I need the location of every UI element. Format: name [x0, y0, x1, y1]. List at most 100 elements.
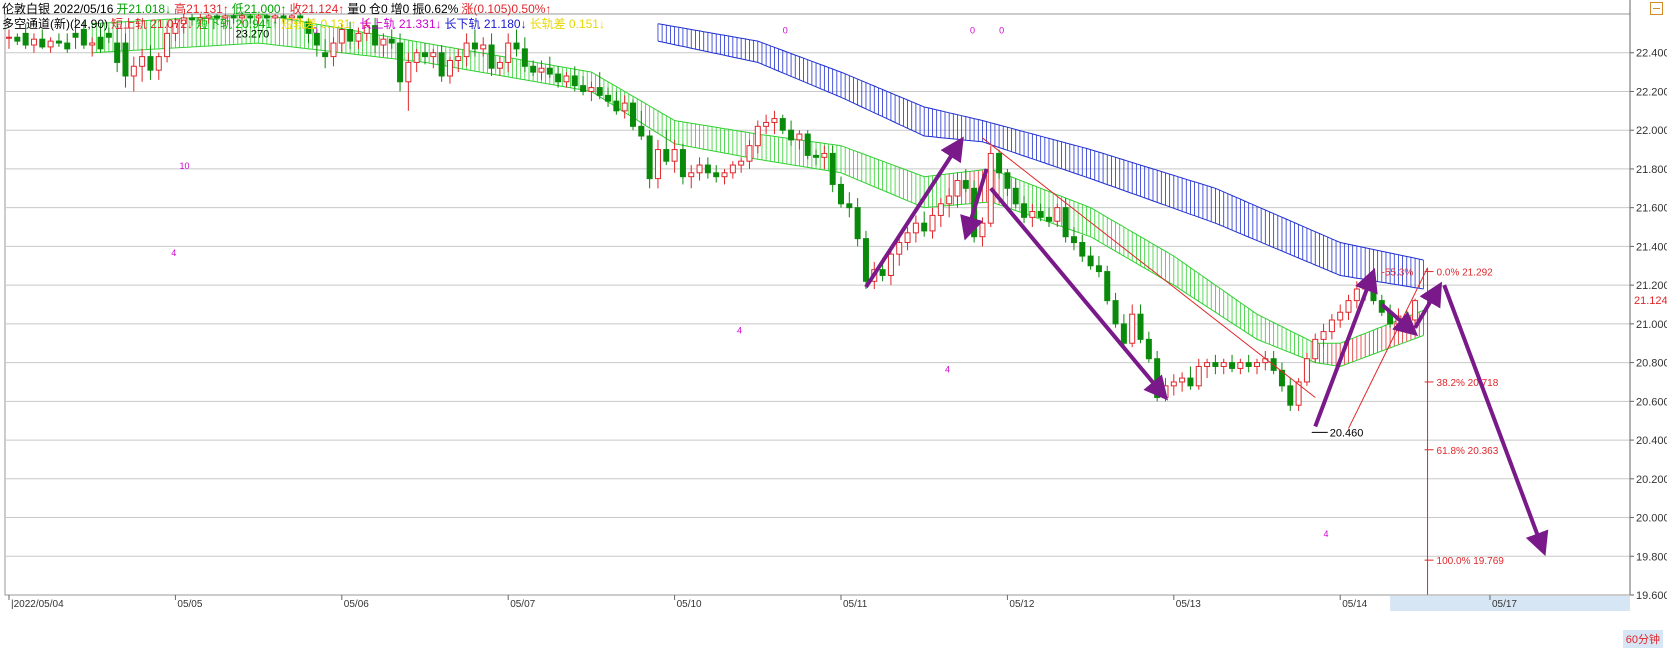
candle-body — [22, 32, 29, 46]
candle-body — [1029, 211, 1036, 218]
plot-frame — [4, 13, 1631, 596]
candle-body — [1037, 211, 1044, 218]
candle-body — [89, 42, 96, 46]
header-field: 短轨差 0.131↑ — [281, 17, 357, 31]
y-tick-label: 21.400 — [1636, 241, 1667, 253]
header-field: 长上轨 21.331↓ — [359, 17, 442, 31]
signal-marker: 4 — [737, 326, 742, 336]
candle-body — [347, 28, 354, 42]
header-field: 收21.124↑ — [289, 2, 345, 16]
candle-body — [663, 149, 670, 162]
candle-body — [862, 238, 869, 282]
x-tick-label: 05/17 — [1492, 599, 1517, 610]
y-tick-label: 22.000 — [1636, 125, 1667, 137]
header-field: 涨(0.105)0.50%↑ — [461, 2, 552, 16]
x-tick-label: 05/05 — [177, 599, 202, 610]
candle-body — [1237, 362, 1244, 369]
candle-body — [763, 121, 770, 127]
candle-body — [330, 42, 337, 58]
y-tick-label: 20.200 — [1636, 474, 1667, 486]
long-channel-lower — [657, 40, 1424, 290]
candle-body — [962, 180, 969, 189]
candle-body — [155, 56, 162, 71]
fib-level-label: -55.3% — [1382, 268, 1414, 279]
candle-body — [630, 102, 636, 127]
candle-body — [704, 164, 711, 174]
candle-body — [1187, 377, 1194, 387]
candle-body — [996, 152, 1003, 174]
header-field: 伦敦白银 2022/05/16 — [2, 2, 114, 16]
candle-body — [97, 36, 104, 50]
fib-level-label: 100.0% 19.769 — [1437, 556, 1505, 567]
candle-body — [538, 67, 545, 73]
candle-body — [338, 28, 345, 44]
signal-marker: 0 — [970, 25, 975, 35]
y-tick-label: 19.600 — [1636, 590, 1667, 602]
candle-body — [322, 52, 329, 58]
candle-body — [571, 75, 578, 87]
x-tick-label: 05/06 — [344, 599, 369, 610]
candle-body — [1229, 362, 1236, 369]
candle-body — [929, 214, 936, 232]
candle-body — [30, 38, 37, 46]
x-tick-label: |2022/05/04 — [11, 599, 64, 610]
candle-body — [430, 52, 437, 58]
candle-body — [638, 125, 645, 137]
candle-body — [580, 85, 587, 92]
candle-body — [147, 56, 154, 71]
restore-window-icon[interactable] — [1650, 2, 1663, 15]
trend-arrow — [1442, 284, 1549, 557]
candle-body — [779, 118, 786, 131]
candle-body — [480, 44, 487, 50]
candle-body — [721, 172, 728, 178]
candle-body — [804, 133, 811, 156]
candle-body — [1220, 362, 1227, 367]
y-axis: 22.400 22.200 22.000 21.800 21.600 21.400 21.2… — [1629, 0, 1667, 602]
candle-body — [1287, 385, 1294, 406]
candle-body — [813, 154, 820, 158]
candle-body — [838, 183, 844, 205]
candle-body — [446, 59, 453, 77]
candle-body — [671, 149, 678, 162]
candle-body — [72, 32, 79, 38]
candle-body — [1320, 331, 1327, 340]
candle-body — [14, 36, 21, 42]
candle-body — [521, 48, 528, 67]
candle-body — [605, 94, 612, 102]
candle-body — [405, 61, 412, 83]
header-field: 长轨差 0.151↓ — [529, 17, 605, 31]
fib-level-label: 0.0% 21.292 — [1437, 268, 1494, 279]
candle-body — [1195, 365, 1202, 387]
candle-body — [954, 180, 961, 197]
signal-marker: 0 — [783, 25, 788, 35]
last-price-label: 21.124 — [1634, 295, 1667, 307]
header-field: 仓0 — [368, 2, 388, 16]
candle-body — [754, 125, 761, 147]
candle-body — [380, 38, 387, 46]
candle-body — [1337, 311, 1344, 321]
candle-body — [1012, 187, 1019, 205]
candle-body — [530, 65, 537, 73]
candle-body — [6, 36, 12, 39]
candle-body — [887, 253, 894, 276]
header-field: 长下轨 21.180↓ — [444, 17, 527, 31]
period-label[interactable]: 60分钟 — [1622, 630, 1663, 648]
candle-body — [821, 152, 828, 158]
candle-body — [1087, 255, 1094, 267]
trend-arrow — [1313, 267, 1378, 428]
candle-body — [1370, 284, 1377, 302]
candle-body — [496, 61, 503, 69]
candle-body — [1345, 300, 1352, 313]
header-field: 开21.018↓ — [116, 2, 172, 16]
candle-body — [413, 52, 420, 63]
trend-arrows: -55.3% 0.0% 21.292 38.2% 20.718 61.8% 20.36… — [171, 25, 1549, 595]
candle-body — [904, 232, 911, 244]
candle-body — [114, 42, 121, 63]
candle-body — [713, 172, 720, 178]
candle-body — [471, 42, 478, 50]
candle-body — [488, 44, 495, 69]
signal-marker: 10 — [180, 161, 190, 171]
candle-body — [1112, 300, 1119, 325]
header-field: 多空通道(新)(24,90) — [2, 17, 109, 31]
candle-body — [1170, 381, 1177, 387]
